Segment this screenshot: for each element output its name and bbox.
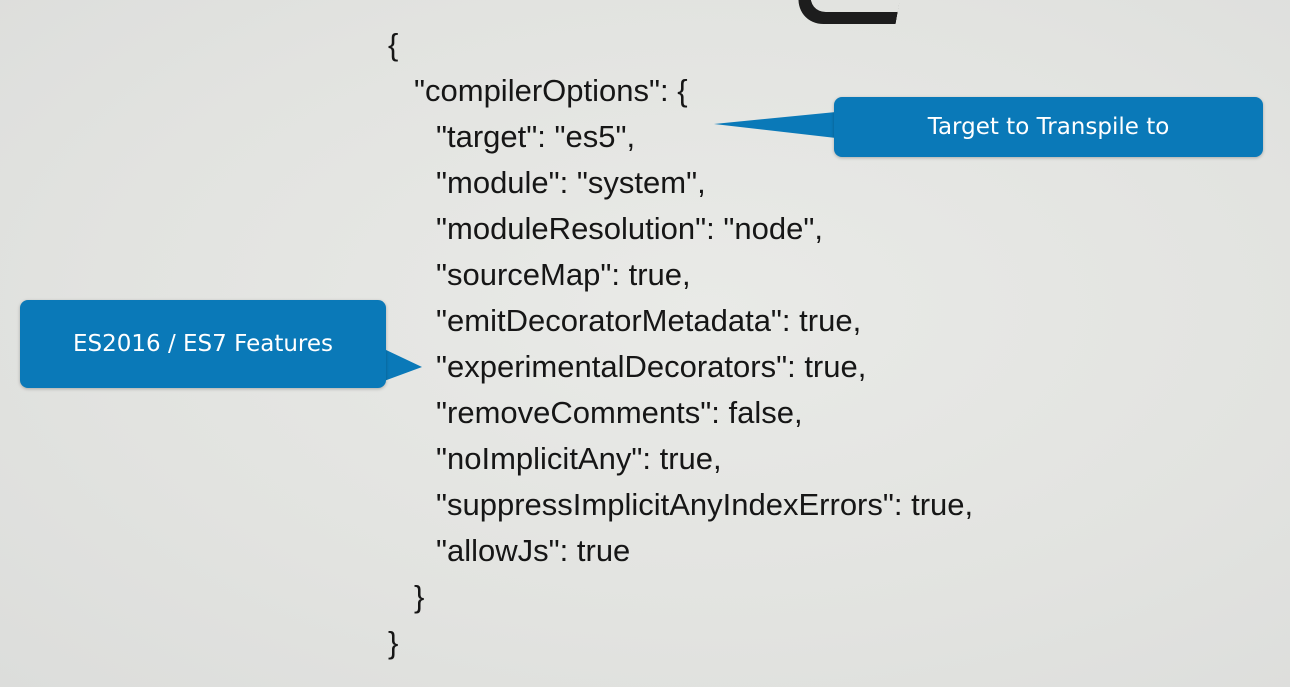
- code-line: "moduleResolution": "node",: [436, 211, 823, 246]
- target-callout: Target to Transpile to: [834, 97, 1263, 157]
- es7-features-callout: ES2016 / ES7 Features: [20, 300, 386, 388]
- code-line: "noImplicitAny": true,: [436, 441, 722, 476]
- slide: { "compilerOptions": { "target": "es5", …: [0, 0, 1290, 687]
- code-line: "removeComments": false,: [436, 395, 803, 430]
- code-line: "suppressImplicitAnyIndexErrors": true,: [436, 487, 974, 522]
- code-line: "allowJs": true: [436, 533, 631, 568]
- code-line-experimental-decorators: "experimentalDecorators": true,: [436, 349, 867, 384]
- target-callout-label: Target to Transpile to: [927, 114, 1170, 140]
- code-line: }: [388, 625, 399, 660]
- cropped-title-glyph: [793, 0, 909, 24]
- code-line: }: [414, 579, 425, 614]
- code-line: "module": "system",: [436, 165, 706, 200]
- code-line: {: [388, 27, 399, 62]
- code-line: "sourceMap": true,: [436, 257, 691, 292]
- code-line: "emitDecoratorMetadata": true,: [436, 303, 862, 338]
- es7-callout-label: ES2016 / ES7 Features: [72, 331, 333, 357]
